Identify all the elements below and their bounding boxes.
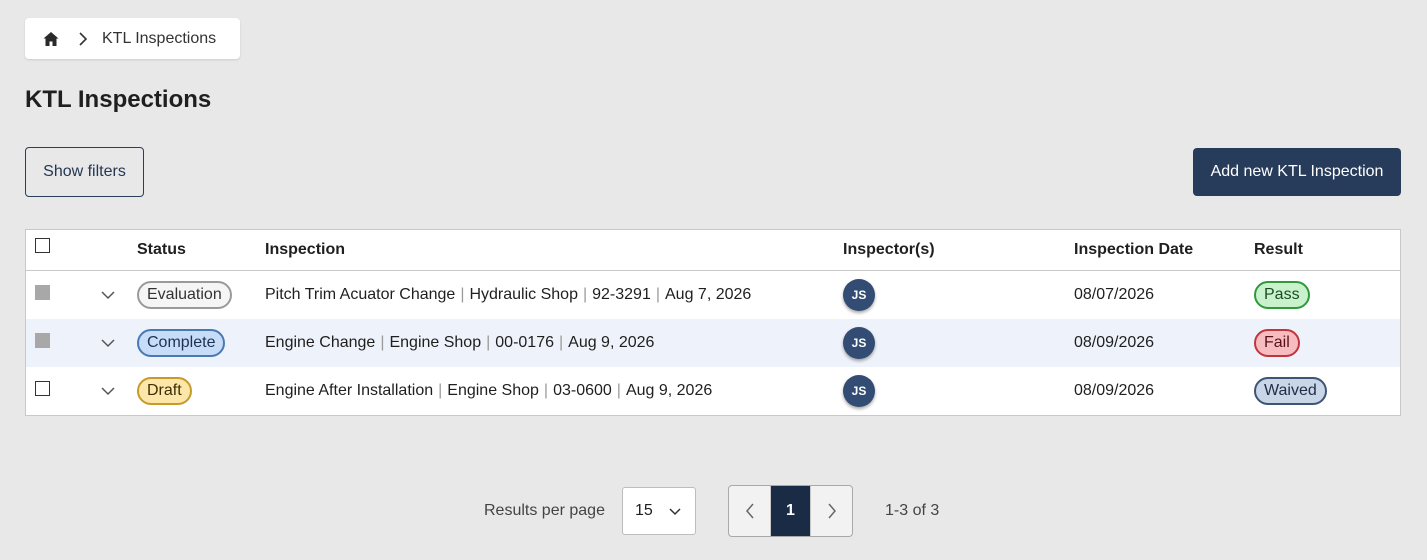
chevron-down-icon[interactable] [100,338,116,348]
header-status[interactable]: Status [137,230,186,270]
results-per-page-select[interactable]: 15 [622,487,696,535]
row-select-cell [35,316,50,364]
prev-page-button[interactable] [729,486,771,536]
results-per-page-value: 15 [635,502,653,519]
separator: | [616,382,621,399]
inspector-cell: JS [843,319,875,367]
inspection-date-text: Aug 9, 2026 [625,382,713,399]
result-cell: Fail [1254,319,1300,367]
row-select-cell [35,268,50,316]
table-row[interactable]: Draft Engine After Installation | Engine… [26,367,1400,415]
page: KTL Inspections KTL Inspections Show fil… [0,0,1427,560]
row-checkbox[interactable] [35,380,50,396]
inspection-title: Pitch Trim Acuator Change [265,286,456,303]
breadcrumb-current: KTL Inspections [102,29,217,47]
header-inspection-date[interactable]: Inspection Date [1074,230,1193,270]
inspection-shop: Engine Shop [447,382,539,399]
inspection-code: 03-0600 [553,382,612,399]
inspection-date-cell: 08/09/2026 [1074,382,1155,399]
separator: | [558,334,564,351]
inspection-title: Engine Change [265,334,376,351]
header-result[interactable]: Result [1254,230,1303,270]
separator: | [655,286,660,303]
inspection-code: 00-0176 [495,334,554,351]
table-row[interactable]: Evaluation Pitch Trim Acuator Change | H… [26,271,1400,319]
inspection-shop: Hydraulic Shop [469,286,578,303]
result-cell: Pass [1254,271,1310,319]
row-expand-cell [98,319,116,367]
inspection-shop: Engine Shop [389,334,482,351]
inspection-code: 92-3291 [592,286,651,303]
separator: | [460,286,465,303]
row-expand-cell [98,367,116,415]
chevron-down-icon [669,507,681,516]
page-title: KTL Inspections [25,86,212,113]
results-per-page-label: Results per page [484,502,605,519]
result-cell: Waived [1254,367,1327,415]
result-badge: Waived [1254,377,1327,405]
table-header-row: Status Inspection Inspector(s) Inspectio… [26,230,1400,271]
select-all-checkbox[interactable] [35,237,50,253]
inspection-cell[interactable]: Engine Change | Engine Shop | 00-0176 | … [265,319,654,367]
separator: | [486,334,491,351]
avatar[interactable]: JS [843,375,875,407]
inspection-cell[interactable]: Engine After Installation | Engine Shop … [265,367,712,415]
inspections-table: Status Inspection Inspector(s) Inspectio… [25,229,1401,416]
separator: | [380,334,385,351]
next-page-button[interactable] [810,486,852,536]
inspection-date-text: Aug 7, 2026 [665,286,752,303]
status-cell: Evaluation [137,271,232,319]
separator: | [543,382,549,399]
result-badge: Fail [1254,329,1300,357]
separator: | [582,286,588,303]
inspection-date-cell: 08/09/2026 [1074,334,1155,351]
chevron-left-icon [745,503,754,519]
table-row[interactable]: Complete Engine Change | Engine Shop | 0… [26,319,1400,367]
add-new-inspection-button[interactable]: Add new KTL Inspection [1193,148,1401,196]
inspector-cell: JS [843,271,875,319]
results-range: 1-3 of 3 [885,502,940,519]
status-cell: Draft [137,367,192,415]
row-checkbox[interactable] [35,284,50,300]
header-inspection[interactable]: Inspection [265,230,345,270]
inspector-cell: JS [843,367,875,415]
inspection-title: Engine After Installation [265,382,434,399]
chevron-right-icon [827,503,836,519]
inspection-cell[interactable]: Pitch Trim Acuator Change | Hydraulic Sh… [265,271,751,319]
row-expand-cell [98,271,116,319]
chevron-right-icon [78,31,88,46]
row-select-cell [35,364,50,412]
chevron-down-icon[interactable] [100,290,116,300]
select-all-cell [35,225,50,265]
header-inspectors[interactable]: Inspector(s) [843,230,935,270]
row-checkbox[interactable] [35,332,50,348]
show-filters-button[interactable]: Show filters [25,147,144,197]
result-badge: Pass [1254,281,1310,309]
status-badge: Evaluation [137,281,232,309]
home-icon[interactable] [42,30,60,48]
separator: | [438,382,443,399]
breadcrumb: KTL Inspections [25,18,240,59]
inspection-date-text: Aug 9, 2026 [568,334,655,351]
page-button-current[interactable]: 1 [771,486,810,536]
avatar[interactable]: JS [843,279,875,311]
inspection-date-cell: 08/07/2026 [1074,286,1155,303]
pagination-controls: 1 [728,485,853,537]
avatar[interactable]: JS [843,327,875,359]
chevron-down-icon[interactable] [100,386,116,396]
status-badge: Complete [137,329,226,357]
status-cell: Complete [137,319,226,367]
status-badge: Draft [137,377,192,405]
